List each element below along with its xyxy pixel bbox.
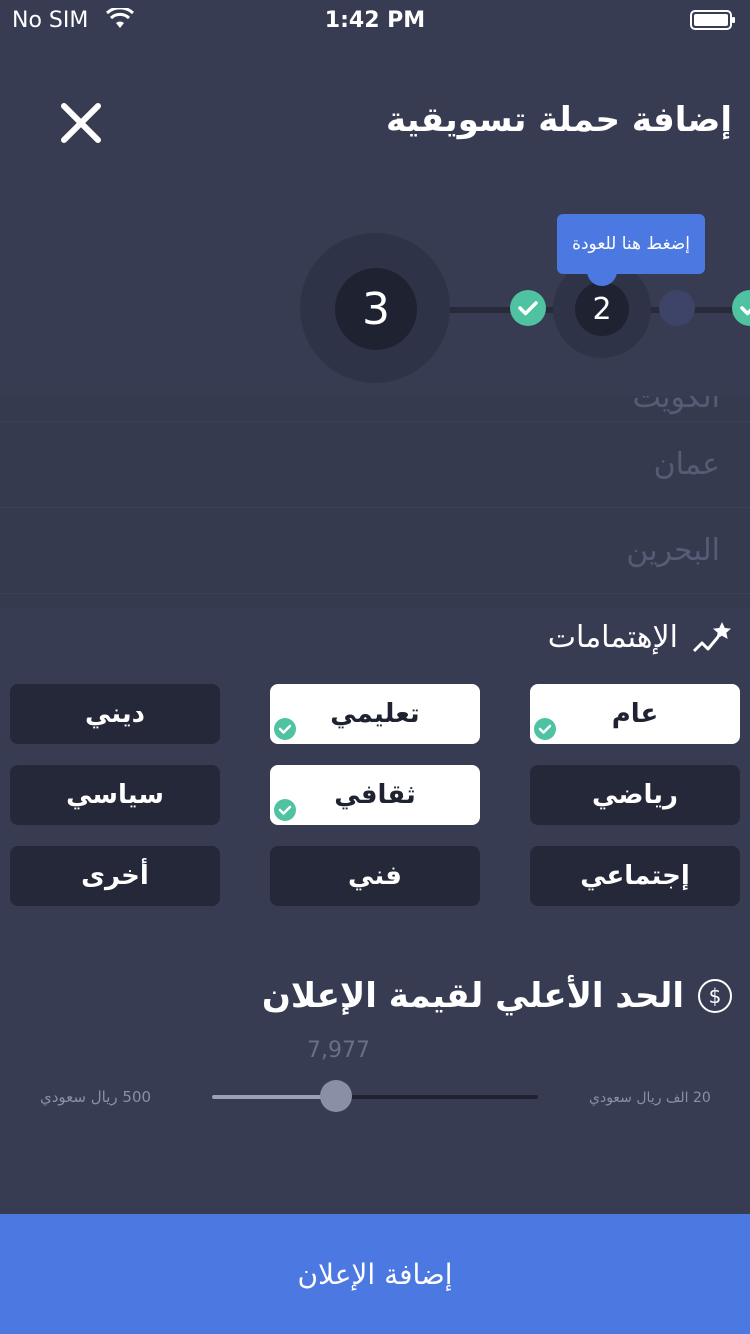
chip-check-icon (274, 799, 296, 821)
slider-thumb[interactable] (319, 1080, 352, 1112)
interest-chip-political[interactable]: سياسي (10, 765, 220, 825)
interests-heading: الإهتمامات (548, 620, 732, 655)
interest-chip-sports[interactable]: رياضي (530, 765, 740, 825)
interest-chip-social[interactable]: إجتماعي (530, 846, 740, 906)
battery-icon (690, 10, 735, 30)
stepper: 3 2 إضغط هنا للعودة (0, 214, 750, 390)
first-step-check-icon (732, 290, 750, 326)
page-title: إضافة حملة تسويقية (385, 100, 732, 140)
previous-step-button[interactable]: 2 (575, 282, 629, 336)
interest-chip-other[interactable]: أخرى (10, 846, 220, 906)
slider-min-label: 500 ريال سعودي (40, 1088, 152, 1106)
clock: 1:42 PM (324, 8, 426, 33)
budget-heading: $ الحد الأعلي لقيمة الإعلان (262, 976, 732, 1016)
chip-label: عام (611, 699, 659, 729)
interest-chip-cultural[interactable]: ثقافي (270, 765, 480, 825)
budget-title: الحد الأعلي لقيمة الإعلان (261, 976, 684, 1016)
chip-check-icon (274, 718, 296, 740)
status-bar: No SIM 1:42 PM (0, 0, 750, 40)
slider-max-label: 20 الف ريال سعودي (589, 1090, 711, 1106)
trending-star-icon (692, 621, 731, 652)
chip-label: ديني (84, 699, 146, 729)
completed-step-check-icon (510, 290, 546, 326)
chip-label: فني (348, 861, 402, 891)
interest-chip-religious[interactable]: ديني (10, 684, 220, 744)
chip-label: سياسي (66, 780, 164, 810)
pending-step-dot (659, 290, 695, 326)
interest-chip-educational[interactable]: تعليمي (270, 684, 480, 744)
dollar-icon: $ (698, 979, 732, 1013)
interest-chip-general[interactable]: عام (530, 684, 740, 744)
add-ad-button[interactable]: إضافة الإعلان (0, 1214, 750, 1334)
close-icon[interactable] (58, 100, 104, 146)
interest-chip-art[interactable]: فني (270, 846, 480, 906)
chip-check-icon (534, 718, 556, 740)
budget-slider[interactable] (212, 1080, 538, 1112)
country-item-oman[interactable]: عمان (0, 422, 750, 508)
slider-value: 7,977 (307, 1038, 370, 1063)
chip-label: أخرى (81, 861, 149, 891)
country-list[interactable]: الكويت عمان البحرين (0, 396, 750, 608)
country-item-kuwait[interactable]: الكويت (0, 396, 750, 422)
chip-label: رياضي (592, 780, 678, 810)
chip-label: ثقافي (334, 780, 416, 810)
interests-title: الإهتمامات (547, 620, 678, 655)
chip-label: تعليمي (330, 699, 420, 729)
current-step: 3 (335, 268, 417, 350)
back-tooltip[interactable]: إضغط هنا للعودة (557, 214, 705, 274)
country-item-bahrain[interactable]: البحرين (0, 508, 750, 594)
chip-label: إجتماعي (580, 861, 690, 891)
slider-fill (212, 1095, 336, 1099)
